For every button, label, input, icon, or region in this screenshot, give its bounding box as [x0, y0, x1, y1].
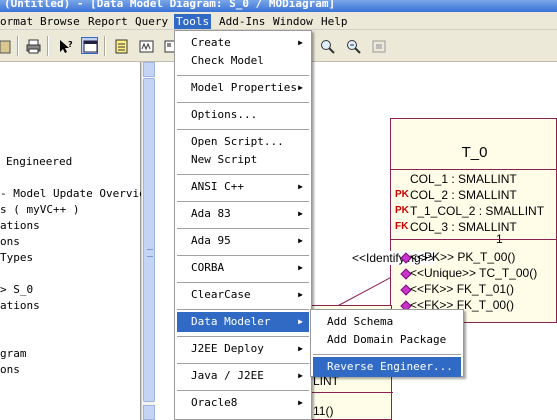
chevron-right-icon: ▶	[298, 209, 303, 218]
tree-item[interactable]: ations	[0, 300, 40, 312]
menu-help[interactable]: Help	[321, 14, 348, 29]
tree-item[interactable]: gram	[0, 348, 27, 360]
toolbar-separator	[17, 36, 19, 56]
menu-bar: ormat Browse Report Query Tools Add-Ins …	[0, 12, 557, 30]
context-help-icon[interactable]: ?	[56, 37, 73, 54]
key-badge: PK	[395, 205, 409, 216]
menu-separator	[177, 336, 309, 337]
chevron-right-icon: ▶	[298, 182, 303, 191]
print-icon[interactable]	[24, 37, 41, 54]
title-bar: (Untitled) - [Data Model Diagram: S_0 / …	[0, 0, 557, 12]
chevron-right-icon: ▶	[298, 236, 303, 245]
menu-separator	[177, 390, 309, 391]
chevron-right-icon: ▶	[298, 371, 303, 380]
operation-row: <<FK>> FK_T_01()	[410, 282, 515, 296]
chevron-right-icon: ▶	[298, 263, 303, 272]
fit-window-icon[interactable]	[370, 37, 387, 54]
menu-item-check-model[interactable]: Check Model	[177, 51, 309, 71]
column-row: COL_2 : SMALLINT	[410, 188, 517, 202]
menu-separator	[177, 363, 309, 364]
menu-tools[interactable]: Tools	[174, 14, 212, 29]
column-row: COL_1 : SMALLINT	[410, 172, 517, 186]
browser-view-icon[interactable]	[81, 37, 98, 54]
tree-item[interactable]: > S_0	[0, 284, 33, 296]
svg-text:?: ?	[68, 40, 73, 49]
toolbar-separator	[104, 36, 106, 56]
divider	[391, 239, 557, 240]
grip-icon	[147, 249, 153, 257]
menu-item-ansi-cpp[interactable]: ANSI C++ ▶	[177, 177, 309, 197]
menu-item-new-script[interactable]: New Script	[177, 150, 309, 170]
tree-item[interactable]: Types	[0, 252, 33, 264]
menu-separator	[177, 129, 309, 130]
menu-separator	[313, 354, 461, 355]
menu-item-corba[interactable]: CORBA ▶	[177, 258, 309, 278]
zoom-out-icon[interactable]	[344, 37, 361, 54]
menu-separator	[177, 309, 309, 310]
menu-item-oracle8[interactable]: Oracle8 ▶	[177, 393, 309, 413]
menu-item-add-schema[interactable]: Add Schema	[313, 312, 461, 332]
menu-item-ada83[interactable]: Ada 83 ▶	[177, 204, 309, 224]
menu-format[interactable]: ormat	[0, 14, 33, 29]
chevron-right-icon: ▶	[298, 398, 303, 407]
paste-icon[interactable]	[0, 37, 13, 54]
scroll-down-button[interactable]	[143, 405, 155, 420]
tree-item[interactable]: - Model Update Overview	[0, 188, 152, 200]
toolbar-separator	[47, 36, 49, 56]
key-badge: PK	[395, 189, 409, 200]
chevron-right-icon: ▶	[298, 38, 303, 47]
documentation-icon[interactable]	[112, 37, 129, 54]
tree-item[interactable]: ations	[0, 220, 40, 232]
menu-item-reverse-engineer[interactable]: Reverse Engineer...	[313, 357, 461, 377]
data-modeler-submenu: Add Schema Add Domain Package Reverse En…	[310, 309, 464, 377]
menu-separator	[177, 201, 309, 202]
tree-item[interactable]: ons	[0, 236, 20, 248]
menu-separator	[177, 228, 309, 229]
chevron-right-icon: ▶	[298, 317, 303, 326]
menu-addins[interactable]: Add-Ins	[219, 14, 265, 29]
column-row: T_1_COL_2 : SMALLINT	[410, 204, 545, 218]
chevron-right-icon: ▶	[298, 290, 303, 299]
menu-item-data-modeler[interactable]: Data Modeler ▶	[177, 312, 309, 332]
tree-item[interactable]: s ( myVC++ )	[0, 204, 79, 216]
menu-item-options[interactable]: Options...	[177, 105, 309, 125]
scroll-thumb[interactable]	[143, 78, 155, 402]
menu-report[interactable]: Report	[88, 14, 128, 29]
menu-separator	[177, 174, 309, 175]
menu-item-open-script[interactable]: Open Script...	[177, 132, 309, 152]
menu-separator	[177, 255, 309, 256]
log-icon[interactable]	[137, 37, 154, 54]
menu-item-clearcase[interactable]: ClearCase ▶	[177, 285, 309, 305]
divider	[311, 392, 393, 393]
zoom-in-icon[interactable]	[318, 37, 335, 54]
menu-browse[interactable]: Browse	[40, 14, 80, 29]
tree-item[interactable]: ons	[0, 364, 20, 376]
menu-item-java-j2ee[interactable]: Java / J2EE ▶	[177, 366, 309, 386]
menu-item-ada95[interactable]: Ada 95 ▶	[177, 231, 309, 251]
key-badge: FK	[395, 221, 409, 232]
divider	[391, 169, 557, 170]
scroll-up-button[interactable]	[143, 62, 155, 77]
menu-item-model-properties[interactable]: Model Properties ▶	[177, 78, 309, 98]
tree-item[interactable]: Engineered	[6, 156, 72, 168]
menu-query[interactable]: Query	[135, 14, 168, 29]
tree-scrollbar[interactable]	[141, 62, 155, 420]
menu-item-add-domain-package[interactable]: Add Domain Package	[313, 330, 461, 350]
browser-tree[interactable]: Engineered - Model Update Overview s ( m…	[0, 62, 152, 420]
chevron-right-icon: ▶	[298, 344, 303, 353]
menu-separator	[177, 102, 309, 103]
table-name: T_0	[461, 144, 488, 161]
menu-item-create[interactable]: Create ▶	[177, 33, 309, 53]
tools-menu: Create ▶ Check Model Model Properties ▶ Op…	[174, 30, 312, 420]
menu-item-j2ee-deploy[interactable]: J2EE Deploy ▶	[177, 339, 309, 359]
operation-row: 11()	[313, 404, 334, 418]
menu-separator	[177, 282, 309, 283]
menu-separator	[177, 75, 309, 76]
operation-row: <<PK>> PK_T_00()	[410, 250, 516, 264]
operation-row: <<Unique>> TC_T_00()	[410, 266, 538, 280]
chevron-right-icon: ▶	[298, 83, 303, 92]
menu-window[interactable]: Window	[273, 14, 313, 29]
window-title: (Untitled) - [Data Model Diagram: S_0 / …	[4, 0, 336, 10]
